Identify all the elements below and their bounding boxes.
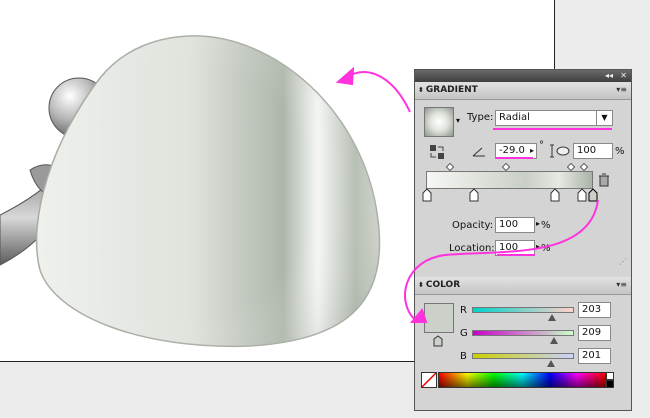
gradient-stops[interactable] [422, 188, 602, 204]
location-field[interactable]: 100 [495, 240, 535, 256]
stroke-swatch-icon[interactable] [432, 335, 444, 347]
r-label: R [460, 305, 467, 316]
resize-grip-icon[interactable]: ⋰ [619, 257, 627, 266]
tab-color[interactable]: ⬍ COLOR [418, 280, 460, 290]
midpoint-diamond[interactable] [501, 162, 511, 172]
r-slider-thumb[interactable] [548, 314, 556, 321]
white-swatch[interactable] [606, 372, 614, 380]
midpoint-diamond[interactable] [445, 162, 455, 172]
angle-stepper-icon[interactable]: ▸ [530, 144, 534, 158]
opacity-label: Opacity: [452, 220, 494, 231]
canvas: ◂◂ ✕ ⬍ GRADIENT ▾≡ ▾ Type: Radial ▼ -29.… [0, 0, 650, 418]
tab-expand-icon[interactable]: ⬍ [418, 86, 424, 94]
color-panel-body: R 203 G 209 B 201 [415, 295, 631, 410]
b-slider-thumb[interactable] [547, 360, 555, 367]
gradient-panel-body: ▾ Type: Radial ▼ -29.0 ▸ ° 100 % Opacity… [415, 100, 631, 268]
r-field[interactable]: 203 [578, 302, 611, 318]
trash-icon[interactable] [598, 173, 610, 187]
g-slider[interactable] [472, 330, 574, 336]
gradient-stop [577, 188, 587, 202]
g-field[interactable]: 209 [578, 325, 611, 341]
g-slider-thumb[interactable] [550, 337, 558, 344]
none-swatch-icon[interactable] [421, 372, 437, 388]
type-label: Type: [467, 112, 494, 123]
angle-field[interactable]: -29.0 ▸ [495, 143, 537, 159]
panel-menu-icon[interactable]: ▾≡ [616, 280, 627, 289]
opacity-field[interactable]: 100 [495, 217, 535, 233]
tab-gradient[interactable]: ⬍ GRADIENT [418, 85, 478, 95]
color-spectrum[interactable] [438, 372, 606, 388]
gradient-color-panel: ◂◂ ✕ ⬍ GRADIENT ▾≡ ▾ Type: Radial ▼ -29.… [414, 69, 632, 411]
gradient-stop [469, 188, 479, 202]
b-label: B [460, 351, 467, 362]
gradient-stop [422, 188, 432, 202]
angle-unit: ° [539, 140, 544, 151]
gradient-slider[interactable] [426, 171, 593, 189]
panel-titlebar[interactable]: ◂◂ ✕ [415, 70, 631, 82]
g-label: G [460, 328, 468, 339]
opacity-unit: % [541, 220, 551, 231]
reverse-gradient-icon[interactable] [429, 144, 445, 160]
close-icon[interactable]: ✕ [620, 70, 627, 82]
type-select[interactable]: Radial ▼ [495, 110, 613, 126]
gradient-stop-selected [588, 188, 598, 202]
gradient-preview-swatch[interactable] [424, 107, 454, 137]
color-tabbar: ⬍ COLOR ▾≡ [415, 277, 631, 295]
angle-icon [472, 147, 485, 157]
r-slider[interactable] [472, 307, 574, 313]
fill-color-swatch[interactable] [424, 303, 454, 333]
location-label: Location: [449, 243, 495, 254]
black-swatch[interactable] [606, 380, 614, 388]
b-field[interactable]: 201 [578, 348, 611, 364]
gradient-stop [550, 188, 560, 202]
panel-menu-icon[interactable]: ▾≡ [616, 85, 627, 94]
tab-expand-icon[interactable]: ⬍ [418, 281, 424, 289]
opacity-stepper-icon[interactable]: ▸ [536, 219, 540, 228]
aspect-ratio-icon [550, 144, 570, 158]
midpoint-diamond[interactable] [579, 162, 589, 172]
swatch-dropdown-icon[interactable]: ▾ [456, 116, 460, 125]
location-stepper-icon[interactable]: ▸ [536, 242, 540, 251]
midpoint-diamond[interactable] [566, 162, 576, 172]
aspect-field[interactable]: 100 [573, 143, 613, 159]
location-unit: % [541, 243, 551, 254]
chevron-down-icon[interactable]: ▼ [596, 111, 612, 125]
collapse-icon[interactable]: ◂◂ [605, 70, 613, 82]
gradient-tabbar: ⬍ GRADIENT ▾≡ [415, 82, 631, 100]
aspect-unit: % [615, 146, 625, 157]
b-slider[interactable] [472, 353, 574, 359]
